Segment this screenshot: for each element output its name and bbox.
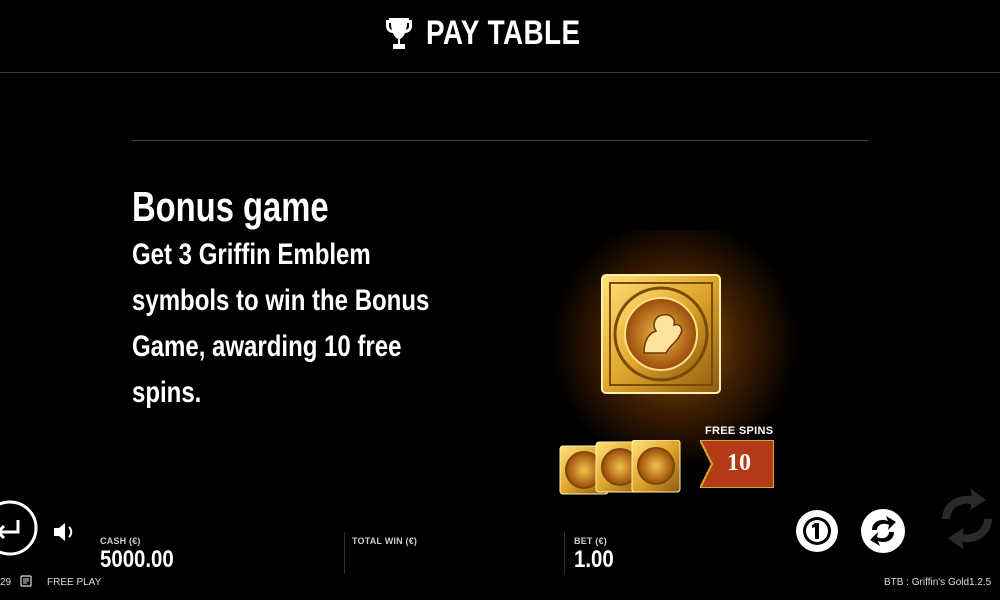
spin-button[interactable] <box>934 486 1000 552</box>
divider <box>132 140 868 141</box>
mode-label: FREE PLAY <box>47 577 102 588</box>
cash-value: 5000.00 <box>100 546 174 573</box>
version: 1.2.5 <box>969 577 992 588</box>
free-spins-value: 10 <box>727 450 751 476</box>
autoplay-button[interactable] <box>858 506 908 556</box>
cash-label: CASH (€) <box>100 536 141 546</box>
bet-chip-button[interactable] <box>794 508 840 554</box>
page-title: PAY TABLE <box>426 14 581 52</box>
trophy-icon <box>385 17 412 49</box>
free-spins-label: FREE SPINS <box>705 425 774 437</box>
section-title: Bonus game <box>132 183 329 230</box>
back-button[interactable] <box>0 500 38 556</box>
bet-label: BET (€) <box>574 536 607 546</box>
bet-value: 1.00 <box>574 546 614 573</box>
section-description: Get 3 Griffin Emblem symbols to win the … <box>132 238 430 409</box>
history-icon[interactable] <box>20 575 32 587</box>
clock: 29 <box>0 577 12 588</box>
game-name: BTB : Griffin's Gold <box>884 577 970 588</box>
total-win-label: TOTAL WIN (€) <box>352 536 418 546</box>
separator <box>564 532 565 574</box>
header: PAY TABLE <box>0 0 1000 73</box>
bonus-section: Bonus game Get 3 Griffin Emblem symbols … <box>132 182 452 416</box>
separator <box>344 532 345 574</box>
griffin-emblem-icon <box>601 274 721 394</box>
mini-emblems-icon <box>559 440 681 495</box>
sound-icon[interactable] <box>52 520 78 544</box>
